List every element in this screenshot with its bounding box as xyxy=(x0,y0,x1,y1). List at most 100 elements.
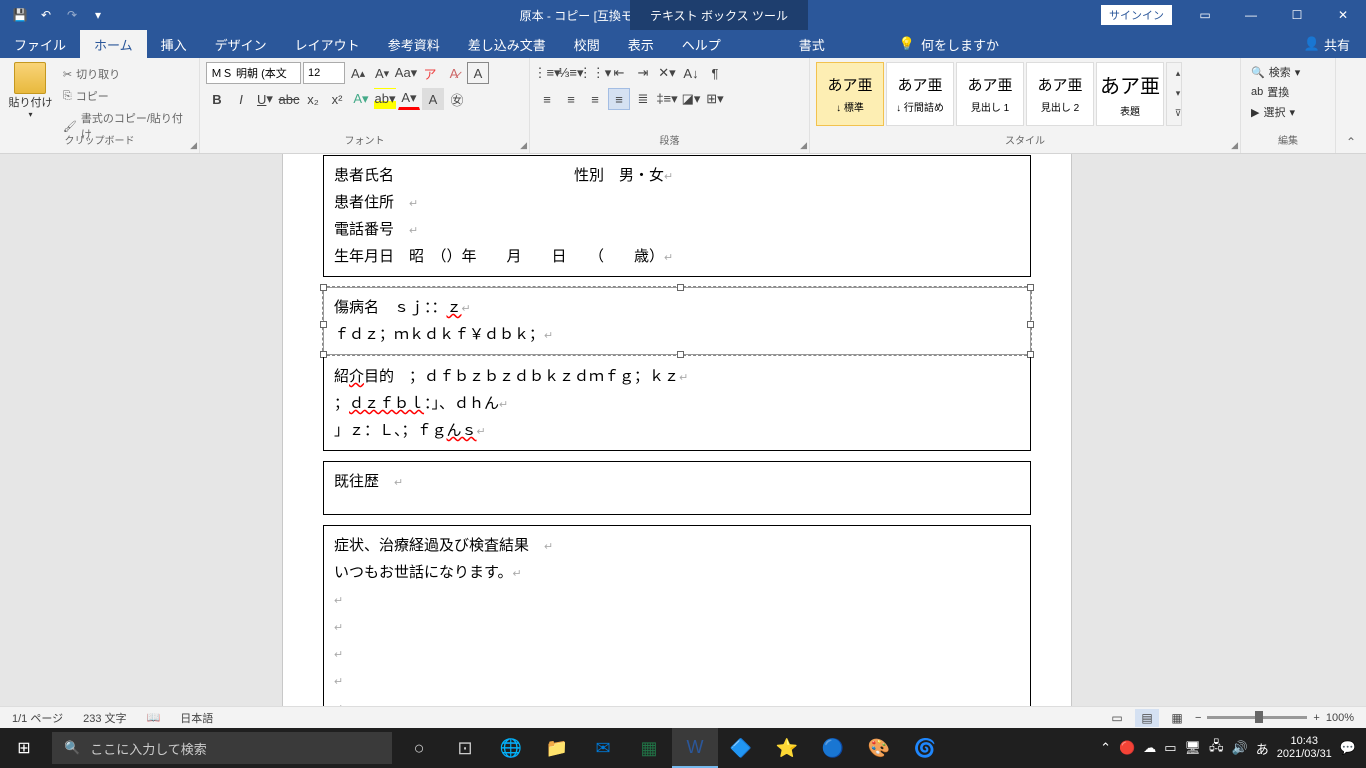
redo-icon[interactable]: ↷ xyxy=(60,3,84,27)
language-status[interactable]: 日本語 xyxy=(180,710,213,726)
word-icon[interactable]: W xyxy=(672,728,718,768)
resize-handle[interactable] xyxy=(1027,284,1034,291)
show-marks-icon[interactable]: ¶ xyxy=(704,62,726,84)
style-normal[interactable]: あア亜↓ 標準 xyxy=(816,62,884,126)
resize-handle[interactable] xyxy=(320,284,327,291)
qat-customize-icon[interactable]: ▾ xyxy=(86,3,110,27)
app-icon[interactable]: 🎨 xyxy=(856,728,902,768)
network-icon[interactable]: 🖧 xyxy=(1209,737,1224,759)
textbox-patient-info[interactable]: 患者氏名性別 男・女↵ 患者住所 ↵ 電話番号 ↵ 生年月日 昭 （）年 月 日… xyxy=(323,155,1031,277)
font-name-select[interactable] xyxy=(206,62,301,84)
volume-icon[interactable]: 🔊 xyxy=(1232,740,1248,756)
grow-font-icon[interactable]: A▴ xyxy=(347,62,369,84)
bold-button[interactable]: B xyxy=(206,88,228,110)
tab-file[interactable]: ファイル xyxy=(0,30,80,58)
close-icon[interactable]: ✕ xyxy=(1320,0,1366,30)
app-icon[interactable]: 🔷 xyxy=(718,728,764,768)
font-size-select[interactable] xyxy=(303,62,345,84)
edge-icon[interactable]: 🌀 xyxy=(902,728,948,768)
font-launcher-icon[interactable]: ◢ xyxy=(520,140,527,151)
textbox-symptoms[interactable]: 症状、治療経過及び検査結果 ↵ いつもお世話になります。↵ ↵ ↵ ↵ ↵ ↵ xyxy=(323,525,1031,715)
align-left-icon[interactable]: ≡ xyxy=(536,88,558,110)
style-title[interactable]: あア亜表題 xyxy=(1096,62,1164,126)
tab-view[interactable]: 表示 xyxy=(614,30,668,58)
undo-icon[interactable]: ↶ xyxy=(34,3,58,27)
zoom-in-icon[interactable]: + xyxy=(1313,712,1319,724)
excel-icon[interactable]: ▦ xyxy=(626,728,672,768)
page-count[interactable]: 1/1 ページ xyxy=(12,710,63,726)
font-color-icon[interactable]: A▾ xyxy=(398,88,420,110)
find-button[interactable]: 🔍検索▾ xyxy=(1247,62,1329,82)
subscript-button[interactable]: x₂ xyxy=(302,88,324,110)
tab-review[interactable]: 校閲 xyxy=(560,30,614,58)
shading-icon[interactable]: ◪▾ xyxy=(680,88,702,110)
increase-indent-icon[interactable]: ⇥ xyxy=(632,62,654,84)
copy-button[interactable]: ⎘コピー xyxy=(61,86,193,106)
taskbar-search[interactable]: 🔍 ここに入力して検索 xyxy=(52,732,392,764)
cut-button[interactable]: ✂切り取り xyxy=(61,64,193,84)
clock[interactable]: 10:43 2021/03/31 xyxy=(1277,735,1332,761)
asian-layout-icon[interactable]: ✕▾ xyxy=(656,62,678,84)
replace-button[interactable]: ab置換 xyxy=(1247,82,1329,102)
ime-indicator[interactable]: あ xyxy=(1256,739,1269,758)
highlight-icon[interactable]: ab▾ xyxy=(374,88,396,110)
change-case-icon[interactable]: Aa▾ xyxy=(395,62,417,84)
clear-format-icon[interactable]: A̷ xyxy=(443,62,465,84)
tray-chevron-icon[interactable]: ⌃ xyxy=(1100,740,1111,756)
resize-handle[interactable] xyxy=(320,321,327,328)
zoom-level[interactable]: 100% xyxy=(1326,712,1354,724)
resize-handle[interactable] xyxy=(1027,321,1034,328)
zoom-out-icon[interactable]: − xyxy=(1195,712,1201,724)
align-center-icon[interactable]: ≡ xyxy=(560,88,582,110)
textbox-purpose[interactable]: 紹介目的 ；ｄｆｂｚｂｚｄｂｋｚｄｍｆｇ；ｋｚ↵ ；ｄｚｆｂｌ：」、ｄｈん↵ 」… xyxy=(323,357,1031,451)
minimize-icon[interactable]: — xyxy=(1228,0,1274,30)
text-effects-icon[interactable]: A▾ xyxy=(350,88,372,110)
tray-icon[interactable]: 🔴 xyxy=(1119,740,1135,756)
start-button[interactable]: ⊞ xyxy=(0,728,48,768)
tab-design[interactable]: デザイン xyxy=(201,30,281,58)
document-area[interactable]: ⚓ 患者氏名性別 男・女↵ 患者住所 ↵ 電話番号 ↵ 生年月日 昭 （）年 月… xyxy=(0,154,1366,718)
print-layout-icon[interactable]: ▤ xyxy=(1135,709,1159,727)
tab-mailings[interactable]: 差し込み文書 xyxy=(454,30,560,58)
tray-icon[interactable]: ☁ xyxy=(1143,740,1156,756)
gallery-up-icon[interactable]: ▴ xyxy=(1167,63,1189,83)
tray-icon[interactable]: ▭ xyxy=(1164,740,1176,756)
ie-icon[interactable]: 🌐 xyxy=(488,728,534,768)
styles-launcher-icon[interactable]: ◢ xyxy=(1231,140,1238,151)
tab-insert[interactable]: 挿入 xyxy=(147,30,201,58)
justify-icon[interactable]: ≡ xyxy=(608,88,630,110)
sort-icon[interactable]: A↓ xyxy=(680,62,702,84)
strikethrough-button[interactable]: abc xyxy=(278,88,300,110)
zoom-slider[interactable] xyxy=(1207,716,1307,719)
gallery-more-icon[interactable]: ⊽ xyxy=(1167,103,1189,123)
line-spacing-icon[interactable]: ‡≡▾ xyxy=(656,88,678,110)
ribbon-display-icon[interactable]: ▭ xyxy=(1182,0,1228,30)
align-right-icon[interactable]: ≡ xyxy=(584,88,606,110)
tab-references[interactable]: 参考資料 xyxy=(374,30,454,58)
task-view-icon[interactable]: ⊡ xyxy=(442,728,488,768)
tab-format[interactable]: 書式 xyxy=(785,30,839,58)
style-gallery[interactable]: あア亜↓ 標準 あア亜↓ 行間詰め あア亜見出し 1 あア亜見出し 2 あア亜表… xyxy=(816,62,1234,126)
enclose-circle-icon[interactable]: ㊛ xyxy=(446,88,468,110)
maximize-icon[interactable]: ☐ xyxy=(1274,0,1320,30)
app-icon[interactable]: 🔵 xyxy=(810,728,856,768)
app-icon[interactable]: ⭐ xyxy=(764,728,810,768)
tab-help[interactable]: ヘルプ xyxy=(668,30,735,58)
zoom-thumb[interactable] xyxy=(1255,711,1263,723)
style-heading2[interactable]: あア亜見出し 2 xyxy=(1026,62,1094,126)
resize-handle[interactable] xyxy=(677,284,684,291)
collapse-ribbon-icon[interactable]: ⌃ xyxy=(1346,135,1356,149)
outlook-icon[interactable]: ✉ xyxy=(580,728,626,768)
tell-me-search[interactable]: 💡 何をしますか xyxy=(899,30,999,58)
decrease-indent-icon[interactable]: ⇤ xyxy=(608,62,630,84)
multilevel-icon[interactable]: ⋮⋮▾ xyxy=(584,62,606,84)
gallery-down-icon[interactable]: ▾ xyxy=(1167,83,1189,103)
italic-button[interactable]: I xyxy=(230,88,252,110)
borders-icon[interactable]: ⊞▾ xyxy=(704,88,726,110)
bullets-icon[interactable]: ⋮≡▾ xyxy=(536,62,558,84)
distribute-icon[interactable]: ≣ xyxy=(632,88,654,110)
char-shading-icon[interactable]: A xyxy=(422,88,444,110)
explorer-icon[interactable]: 📁 xyxy=(534,728,580,768)
read-mode-icon[interactable]: ▭ xyxy=(1105,709,1129,727)
textbox-diagnosis[interactable]: 傷病名 ｓｊ：：ｚ↵ ｆｄｚ；ｍｋｄｋｆ￥ｄｂｋ；↵ xyxy=(323,287,1031,355)
